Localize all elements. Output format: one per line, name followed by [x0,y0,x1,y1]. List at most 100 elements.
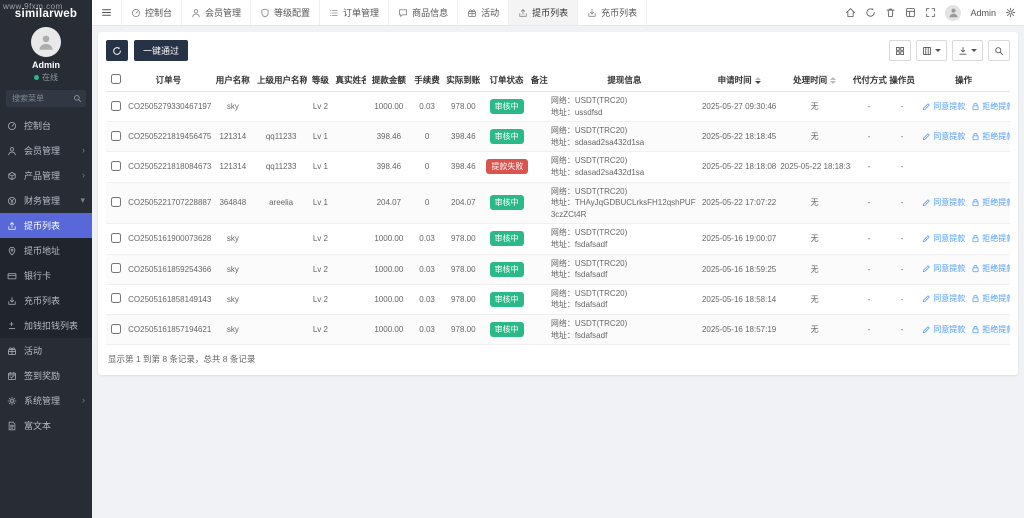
sidebar-item-members[interactable]: 会员管理› [0,138,92,163]
home-icon[interactable] [845,7,856,18]
pencil-icon [922,264,931,273]
pencil-icon [922,234,931,243]
reject-withdraw-link[interactable]: 拒绝提款 [971,197,1010,208]
hamburger-icon[interactable] [92,0,121,25]
card-view-button[interactable] [889,40,911,61]
tab-level[interactable]: 等级配置 [250,0,319,25]
sidebar-item-system[interactable]: 系统管理› [0,388,92,413]
sidebar-item-label: 签到奖励 [24,369,85,382]
sidebar-item-bank-card[interactable]: 银行卡 [0,263,92,288]
reject-withdraw-link[interactable]: 拒绝提款 [971,293,1010,304]
tab-product-info[interactable]: 商品信息 [388,0,457,25]
sidebar-item-finance[interactable]: 财务管理 ▾ [0,188,92,213]
cell-user: sky [211,224,255,254]
cell-user: 121314 [211,152,255,182]
chevron-down-icon: ▾ [80,196,85,205]
table-row: CO2505221819456475121314qq11233Lv 1398.4… [106,122,1010,152]
row-checkbox[interactable] [111,293,121,303]
reject-withdraw-link[interactable]: 拒绝提款 [971,324,1010,335]
tab-label: 会员管理 [205,6,241,19]
tab-dashboard[interactable]: 控制台 [121,0,181,25]
row-checkbox[interactable] [111,101,121,111]
finance-icon [7,196,19,206]
status-badge: 提款失败 [486,159,528,174]
sidebar-item-withdraw-list[interactable]: 提币列表 [0,213,92,238]
approve-all-button[interactable]: 一键通过 [134,40,188,61]
actions-cell [917,152,1010,182]
table-row: CO2505161900073628skyLv 21000.000.03978.… [106,224,1010,254]
cell-parent: qq11233 [255,122,307,152]
sidebar-item-label: 会员管理 [24,144,77,157]
row-checkbox[interactable] [111,131,121,141]
sidebar-item-signin-reward[interactable]: 签到奖励 [0,363,92,388]
table-search-button[interactable] [988,40,1010,61]
sidebar-item-richtext[interactable]: 富文本 [0,413,92,438]
sidebar-item-deposit-list[interactable]: 充币列表 [0,288,92,313]
approve-withdraw-link[interactable]: 同意提款 [922,131,965,142]
sidebar-item-label: 充币列表 [24,294,85,307]
profile-name: Admin [0,60,92,70]
main-area: 控制台会员管理等级配置订单管理商品信息活动提币列表充币列表 Admin 一键通 [92,0,1024,518]
reject-withdraw-link[interactable]: 拒绝提款 [971,263,1010,274]
cell-order_no: CO2505221818084673 [126,152,211,182]
sidebar-item-activity[interactable]: 活动 [0,338,92,363]
refresh-icon[interactable] [865,7,876,18]
reject-withdraw-link[interactable]: 拒绝提款 [971,101,1010,112]
approve-withdraw-link[interactable]: 同意提款 [922,324,965,335]
approve-withdraw-link[interactable]: 同意提款 [922,263,965,274]
online-status: 在线 [0,72,92,83]
sidebar-item-adjust-money[interactable]: 加钱扣钱列表 [0,313,92,338]
reject-withdraw-link[interactable]: 拒绝提款 [971,233,1010,244]
reject-withdraw-link[interactable]: 拒绝提款 [971,131,1010,142]
columns-icon [922,46,932,56]
navbar-avatar[interactable] [945,5,961,21]
refresh-button[interactable] [106,40,128,61]
columns-button[interactable] [916,40,947,61]
table-row: CO2505161859254366skyLv 21000.000.03978.… [106,254,1010,284]
cell-actual: 978.00 [442,314,484,344]
activity-icon [7,346,19,356]
avatar[interactable] [31,27,61,57]
cell-process_time: 无 [778,254,850,284]
settings-icon[interactable] [1005,7,1016,18]
cell-parent [255,284,307,314]
cell-remark [529,224,549,254]
tab-deposit-list[interactable]: 充币列表 [577,0,647,25]
tab-members[interactable]: 会员管理 [181,0,250,25]
cell-pay_method: - [851,122,887,152]
export-button[interactable] [952,40,983,61]
column-header-process_time[interactable]: 处理时间 [778,69,850,92]
sidebar-item-products[interactable]: 产品管理› [0,163,92,188]
clear-cache-icon[interactable] [885,7,896,18]
user-profile: Admin 在线 [0,23,92,88]
withdraw-info-cell: 网络：USDT(TRC20)地址：fsdafsadf [549,224,700,254]
tab-withdraw-list[interactable]: 提币列表 [508,0,577,25]
row-checkbox[interactable] [111,324,121,334]
approve-withdraw-link[interactable]: 同意提款 [922,233,965,244]
members-icon [7,146,19,156]
withdraw-info-cell: 网络：USDT(TRC20)地址：sdasad2sa432d1sa [549,122,700,152]
column-header-pay_method: 代付方式 [851,69,887,92]
row-checkbox[interactable] [111,197,121,207]
sidebar-item-label: 财务管理 [24,194,75,207]
cell-remark [529,152,549,182]
row-checkbox[interactable] [111,161,121,171]
column-header-apply_time[interactable]: 申请时间 [700,69,779,92]
sidebar-item-withdraw-address[interactable]: 提币地址 [0,238,92,263]
layout-icon[interactable] [905,7,916,18]
row-checkbox[interactable] [111,263,121,273]
fullscreen-icon[interactable] [925,7,936,18]
approve-withdraw-link[interactable]: 同意提款 [922,101,965,112]
cell-real_name [333,284,365,314]
tab-orders[interactable]: 订单管理 [319,0,388,25]
approve-withdraw-link[interactable]: 同意提款 [922,293,965,304]
pencil-icon [922,294,931,303]
approve-withdraw-link[interactable]: 同意提款 [922,197,965,208]
tab-activity[interactable]: 活动 [457,0,508,25]
cell-pay_method: - [851,152,887,182]
select-all-checkbox[interactable] [111,74,121,84]
cell-real_name [333,122,365,152]
row-checkbox[interactable] [111,233,121,243]
sidebar-item-dashboard[interactable]: 控制台 [0,113,92,138]
navbar-username[interactable]: Admin [970,8,996,18]
